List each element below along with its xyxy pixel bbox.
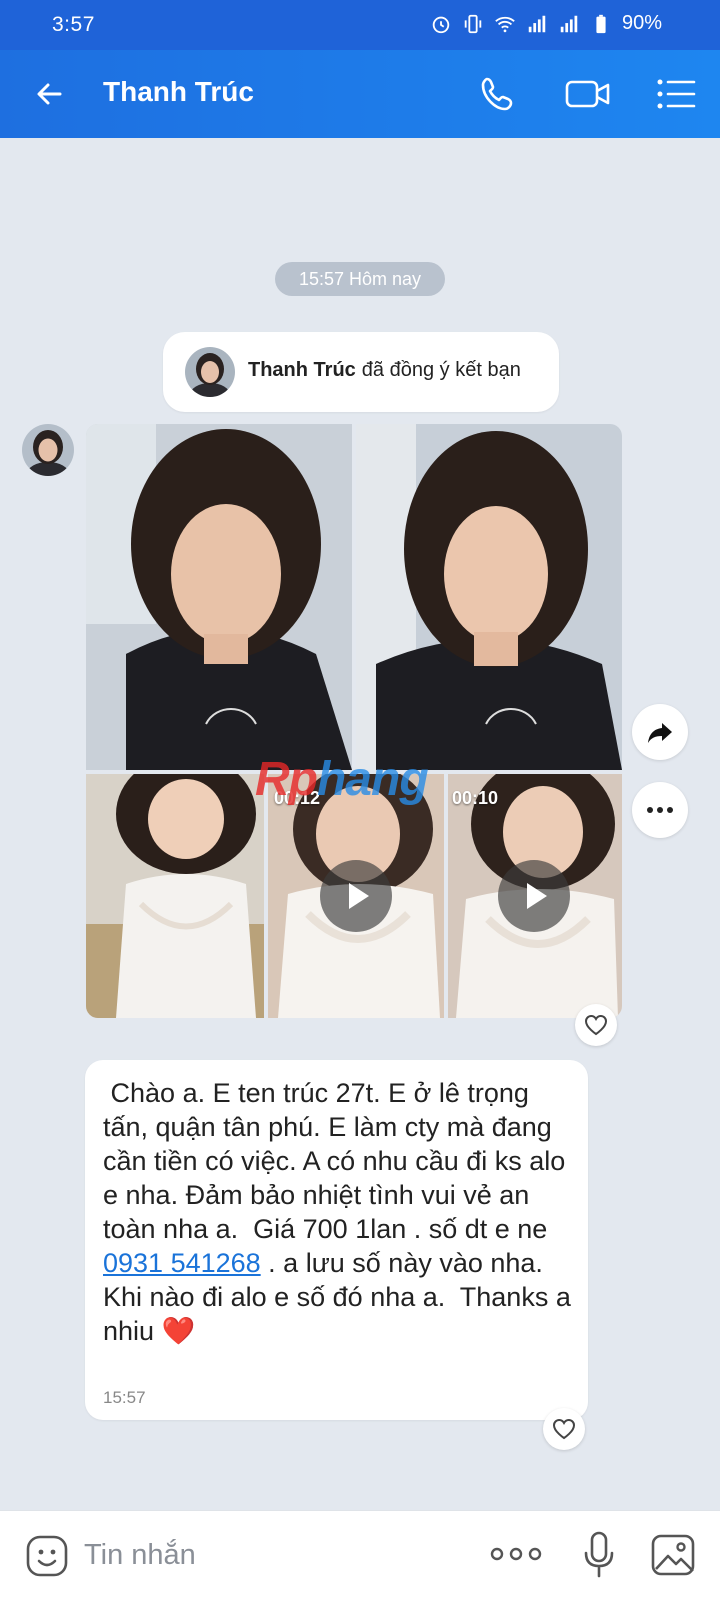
react-heart-button[interactable] xyxy=(543,1408,585,1450)
forward-button[interactable] xyxy=(632,704,688,760)
time-divider: 15:57 Hôm nay xyxy=(275,262,445,296)
signal-icon xyxy=(560,15,578,32)
avatar[interactable] xyxy=(185,347,235,397)
phone-number-link[interactable]: 0931 541268 xyxy=(103,1248,261,1278)
heart-outline-icon xyxy=(552,1418,576,1440)
watermark-logo: Rphang xyxy=(255,752,429,807)
vibrate-icon xyxy=(464,14,482,33)
play-icon[interactable] xyxy=(498,860,570,932)
wifi-icon xyxy=(495,16,515,32)
video-duration: 00:10 xyxy=(452,788,499,808)
more-options-button[interactable] xyxy=(632,782,688,838)
video-thumbnail[interactable]: 00:10 xyxy=(448,774,622,1018)
heart-emoji: ❤️ xyxy=(161,1316,196,1346)
battery-percent: 90% xyxy=(621,12,662,34)
message-bubble[interactable]: Chào a. E ten trúc 27t. E ở lê trọng tấn… xyxy=(85,1060,588,1420)
signal-icon xyxy=(528,15,546,32)
status-bar: 3:57 90% xyxy=(0,0,720,50)
phone-call-icon[interactable] xyxy=(478,74,518,114)
video-call-icon[interactable] xyxy=(564,74,612,114)
notice-name: Thanh Trúc xyxy=(248,359,356,381)
message-time: 15:57 xyxy=(103,1388,146,1407)
more-dots-icon xyxy=(647,807,673,813)
heart-outline-icon xyxy=(584,1014,608,1036)
chat-header: Thanh Trúc xyxy=(0,50,720,138)
photo-thumbnail[interactable] xyxy=(86,774,264,1018)
play-icon[interactable] xyxy=(320,860,392,932)
notice-text: đã đồng ý kết bạn xyxy=(361,359,521,381)
menu-list-icon[interactable] xyxy=(655,74,697,114)
react-heart-button[interactable] xyxy=(575,1004,617,1046)
message-input[interactable]: Tin nhắn xyxy=(84,1539,196,1572)
friend-accept-notice: Thanh Trúc đã đồng ý kết bạn xyxy=(163,332,559,412)
alarm-icon xyxy=(432,16,450,33)
status-time: 3:57 xyxy=(52,13,95,36)
contact-name[interactable]: Thanh Trúc xyxy=(103,76,254,108)
image-gallery-icon[interactable] xyxy=(650,1533,696,1577)
more-horizontal-icon[interactable] xyxy=(490,1543,542,1565)
photo-thumbnail[interactable] xyxy=(356,424,622,770)
watermark-part2: hang xyxy=(316,753,429,806)
watermark-part1: Rp xyxy=(255,753,318,806)
sender-avatar[interactable] xyxy=(22,424,74,476)
message-text: Chào a. E ten trúc 27t. E ở lê trọng tấn… xyxy=(103,1076,573,1348)
message-body: Chào a. E ten trúc 27t. E ở lê trọng tấn… xyxy=(103,1078,573,1244)
back-arrow-icon[interactable] xyxy=(28,72,72,116)
video-thumbnail[interactable]: 00:12 xyxy=(268,774,444,1018)
photo-thumbnail[interactable] xyxy=(86,424,352,770)
battery-icon xyxy=(596,14,606,33)
forward-arrow-icon xyxy=(648,723,672,743)
sticker-emoji-icon[interactable] xyxy=(25,1534,69,1578)
microphone-icon[interactable] xyxy=(582,1531,616,1579)
message-input-bar: Tin nhắn xyxy=(0,1510,720,1601)
chat-area[interactable]: 15:57 Hôm nay Thanh Trúc đã đồng ý kết bạ… xyxy=(0,138,720,1510)
